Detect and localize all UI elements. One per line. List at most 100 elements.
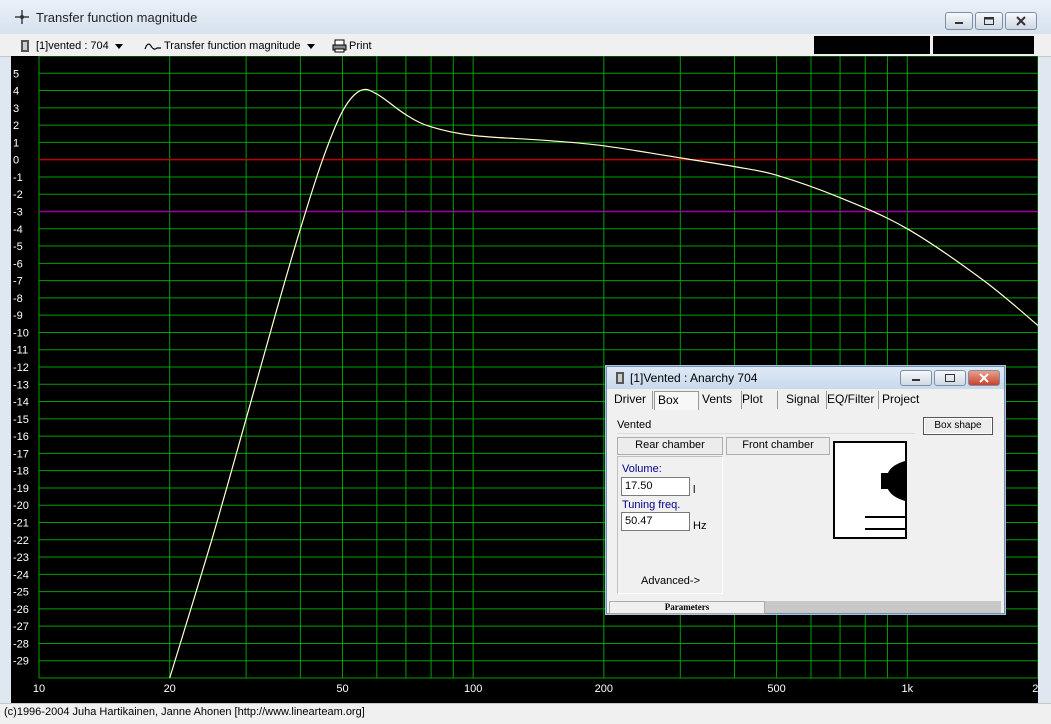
minimize-icon	[912, 379, 920, 381]
y-tick-label: -11	[13, 345, 28, 357]
y-tick-label: 4	[13, 86, 19, 98]
maximize-icon	[945, 374, 955, 382]
y-tick-label: -4	[13, 224, 23, 236]
x-tick-label: 1k	[901, 683, 913, 695]
x-tick-label: 500	[767, 683, 785, 695]
y-tick-label: -28	[13, 638, 29, 650]
box-diagram-drawing	[865, 461, 905, 530]
box-diagram	[833, 441, 907, 539]
box-type-field[interactable]: Vented	[617, 418, 915, 434]
y-tick-label: -7	[13, 276, 23, 288]
printer-icon	[332, 39, 347, 53]
status-bar: (c)1996-2004 Juha Hartikainen, Janne Aho…	[0, 703, 1051, 724]
y-tick-label: -9	[13, 310, 23, 322]
y-tick-label: -20	[13, 500, 29, 512]
maximize-button[interactable]	[975, 12, 1003, 30]
y-tick-label: 5	[13, 68, 19, 80]
dialog-close-button[interactable]	[968, 370, 1000, 386]
x-tick-label: 100	[464, 683, 482, 695]
parameters-status-tab[interactable]: Parameters	[609, 601, 765, 614]
maximize-icon	[984, 17, 994, 25]
x-tick-label: 10	[33, 683, 45, 695]
rear-chamber-button[interactable]: Rear chamber	[617, 437, 723, 455]
tab-driver[interactable]: Driver	[611, 391, 653, 409]
speaker-icon	[21, 40, 29, 52]
speaker-icon	[616, 372, 624, 384]
title-bar: Transfer function magnitude	[0, 0, 1051, 35]
volume-label: Volume:	[622, 463, 662, 475]
y-tick-label: 2	[13, 120, 19, 132]
crosshair-icon	[15, 10, 29, 24]
y-tick-label: -14	[13, 397, 29, 409]
y-tick-label: -23	[13, 552, 29, 564]
volume-unit: l	[693, 484, 696, 496]
close-button[interactable]	[1005, 12, 1037, 30]
dialog-window-controls	[900, 370, 1000, 386]
y-tick-label: -8	[13, 293, 23, 305]
readout-box-y	[933, 36, 1034, 54]
y-tick-label: 3	[13, 103, 19, 115]
tab-plot[interactable]: Plot	[739, 391, 778, 409]
driver-select[interactable]: [1]vented : 704	[20, 38, 123, 54]
tab-eq-filter[interactable]: EQ/Filter	[824, 391, 879, 409]
x-tick-label: 20	[164, 683, 176, 695]
y-tick-label: -16	[13, 431, 29, 443]
tab-vents[interactable]: Vents	[699, 391, 742, 409]
x-tick-label: 200	[595, 683, 613, 695]
driver-select-value: [1]vented : 704	[36, 40, 109, 52]
y-tick-label: -2	[13, 189, 23, 201]
copyright-text: (c)1996-2004 Juha Hartikainen, Janne Aho…	[4, 706, 365, 718]
tab-signal[interactable]: Signal	[783, 391, 827, 409]
dialog-status-bar: Parameters	[607, 601, 1004, 614]
y-tick-label: -3	[13, 207, 23, 219]
y-tick-label: -10	[13, 327, 29, 339]
y-tick-label: -6	[13, 258, 23, 270]
tuning-freq-unit: Hz	[693, 520, 707, 532]
dialog-maximize-button[interactable]	[934, 370, 966, 386]
y-tick-label: -26	[13, 604, 29, 616]
box-shape-button[interactable]: Box shape	[923, 417, 993, 435]
dialog-status-fill	[765, 601, 1001, 613]
y-tick-label: -19	[13, 483, 29, 495]
close-icon	[1016, 16, 1026, 26]
tab-box[interactable]: Box	[654, 391, 699, 410]
dialog-title: [1]Vented : Anarchy 704	[630, 371, 758, 385]
print-label: Print	[349, 40, 372, 52]
x-tick-label: 2k	[1032, 683, 1038, 695]
window-title: Transfer function magnitude	[36, 10, 198, 25]
y-tick-label: -17	[13, 448, 29, 460]
x-tick-label: 50	[336, 683, 348, 695]
tuning-freq-label: Tuning freq.	[622, 499, 681, 511]
y-tick-label: -22	[13, 535, 29, 547]
y-tick-label: -13	[13, 379, 29, 391]
y-tick-label: -1	[13, 172, 23, 184]
print-button[interactable]: Print	[332, 38, 372, 54]
chevron-down-icon	[306, 43, 315, 49]
window-controls	[945, 12, 1037, 30]
y-tick-label: 1	[13, 137, 19, 149]
graph-select[interactable]: Transfer function magnitude	[144, 38, 315, 54]
y-tick-label: -12	[13, 362, 29, 374]
front-chamber-button[interactable]: Front chamber	[726, 437, 830, 455]
tuning-freq-input[interactable]: 50.47	[621, 512, 690, 531]
volume-input[interactable]: 17.50	[621, 477, 690, 496]
tab-project[interactable]: Project	[879, 391, 925, 409]
y-tick-label: -27	[13, 621, 29, 633]
close-icon	[979, 373, 989, 383]
toolbar: [1]vented : 704 Transfer function magnit…	[0, 34, 1051, 57]
y-tick-label: -15	[13, 414, 29, 426]
y-tick-label: 0	[13, 155, 19, 167]
y-tick-label: -5	[13, 241, 23, 253]
y-tick-label: -21	[13, 518, 29, 530]
waveform-icon	[144, 43, 161, 50]
y-tick-label: -29	[13, 656, 29, 668]
readout-box-x	[814, 36, 930, 54]
box-dialog: [1]Vented : Anarchy 704 Driver Box Vents…	[606, 366, 1005, 614]
minimize-button[interactable]	[945, 12, 973, 30]
y-tick-label: -24	[13, 569, 29, 581]
dialog-title-bar: [1]Vented : Anarchy 704	[607, 367, 1004, 389]
chevron-down-icon	[114, 43, 123, 49]
dialog-minimize-button[interactable]	[900, 370, 932, 386]
advanced-link[interactable]: Advanced->	[641, 575, 700, 587]
y-tick-label: -18	[13, 466, 29, 478]
